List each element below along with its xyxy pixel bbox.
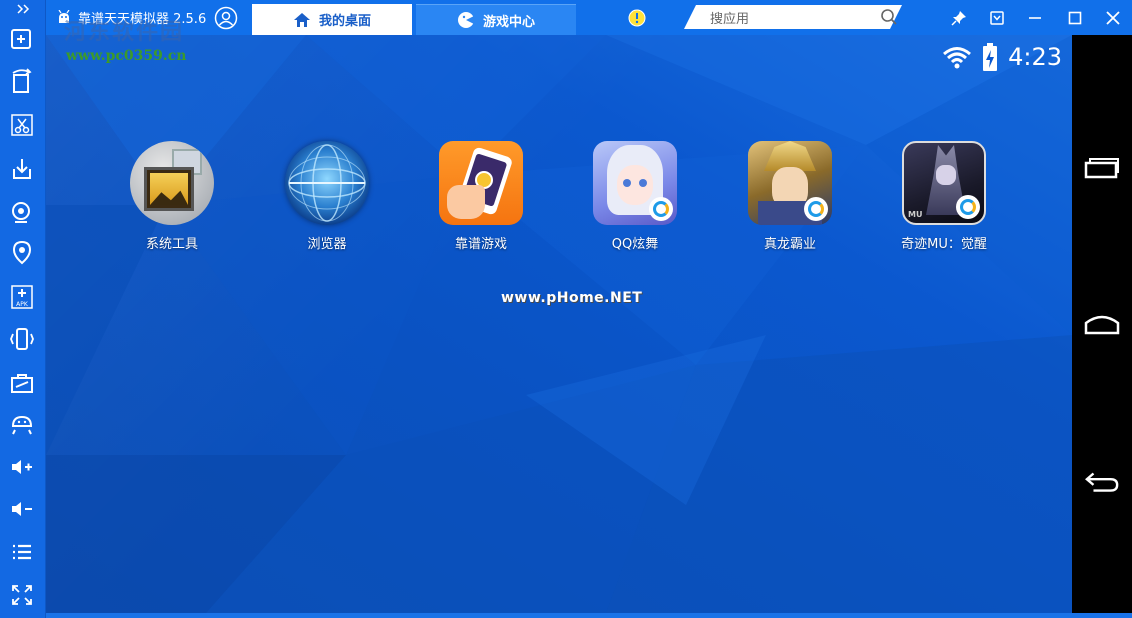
mu-awakening-icon: MU (902, 141, 986, 225)
android-desktop: 4:23 系统工具 浏览器 靠谱游戏 QQ炫舞 真龙霸业 MU 奇迹MU：觉醒 … (46, 35, 1072, 613)
fullscreen-icon (12, 585, 32, 605)
rotate-screen-icon (12, 68, 32, 93)
expand-sidebar-button[interactable] (0, 0, 46, 14)
key-mapping-icon (11, 29, 31, 49)
system-tools-icon (130, 141, 214, 225)
user-account-icon[interactable] (214, 6, 238, 30)
dragon-hero-icon (748, 141, 832, 225)
wifi-icon (943, 47, 972, 69)
app-label: 真龙霸业 (763, 237, 816, 252)
notice-warning-icon[interactable] (628, 9, 646, 27)
app-qq-dance[interactable]: QQ炫舞 (580, 141, 690, 252)
app-system-tools[interactable]: 系统工具 (117, 141, 227, 252)
install-apk-button[interactable]: APK (5, 280, 39, 314)
tab-label: 我的桌面 (318, 14, 371, 29)
qq-dance-icon (593, 141, 677, 225)
center-watermark: www.pHome.NET (501, 290, 643, 306)
pin-button[interactable] (940, 0, 978, 35)
app-label: 系统工具 (145, 237, 198, 252)
multi-instance-button[interactable] (5, 408, 39, 442)
maximize-button[interactable] (1056, 0, 1094, 35)
search-icon[interactable] (880, 8, 898, 26)
map-pin-icon (12, 240, 32, 265)
keyboard-mapping-button[interactable] (5, 22, 39, 56)
toolbox-button[interactable] (5, 366, 39, 400)
site-watermark: 河东软件园 (64, 19, 185, 45)
app-label: 奇迹MU：觉醒 (901, 237, 987, 252)
minimize-button[interactable] (1016, 0, 1054, 35)
svg-text:APK: APK (16, 301, 29, 308)
download-icon (13, 159, 31, 179)
bottom-border (46, 613, 1132, 618)
app-mu-awakening[interactable]: MU 奇迹MU：觉醒 (889, 141, 999, 252)
tab-label: 游戏中心 (482, 14, 535, 30)
list-menu-icon (13, 544, 31, 560)
shake-button[interactable] (5, 322, 39, 356)
fullscreen-button[interactable] (5, 578, 39, 612)
download-button[interactable] (5, 152, 39, 186)
scissors-icon (11, 114, 33, 136)
double-chevron-right-icon (17, 4, 30, 14)
tab-game-center[interactable]: 游戏中心 (416, 4, 576, 35)
app-kaopu-game[interactable]: 靠谱游戏 (426, 141, 536, 252)
search-placeholder: 搜应用 (710, 11, 750, 27)
close-button[interactable] (1094, 0, 1132, 35)
app-dragon-hero[interactable]: 真龙霸业 (735, 141, 845, 252)
volume-up-button[interactable] (5, 450, 39, 484)
clock-time: 4:23 (1008, 43, 1062, 71)
webcam-icon (12, 202, 30, 223)
wallpaper-polygons (46, 35, 1072, 613)
screenshot-button[interactable] (5, 108, 39, 142)
back-button[interactable] (1084, 468, 1120, 498)
recent-apps-button[interactable] (1084, 152, 1120, 182)
camera-button[interactable] (5, 196, 39, 230)
volume-down-icon (12, 502, 32, 516)
toolbox-icon (11, 374, 33, 393)
home-icon (293, 12, 310, 27)
android-nav-bar (1072, 35, 1132, 613)
apk-install-icon: APK (11, 285, 33, 309)
settings-menu-button[interactable] (978, 0, 1016, 35)
home-button[interactable] (1084, 310, 1120, 340)
gamepad-icon (457, 12, 474, 28)
rotate-screen-button[interactable] (5, 64, 39, 98)
app-label: QQ炫舞 (611, 237, 659, 252)
home-outline-icon (1084, 315, 1120, 335)
maximize-icon (1068, 11, 1082, 24)
location-button[interactable] (5, 236, 39, 270)
dropdown-menu-icon (990, 10, 1004, 25)
android-robot-icon (11, 415, 33, 435)
url-watermark: www.pc0359.cn (66, 48, 187, 64)
android-status-bar: 4:23 (942, 43, 1062, 71)
browser-globe-icon (285, 141, 369, 225)
app-browser[interactable]: 浏览器 (272, 141, 382, 252)
emulator-window: 4:23 系统工具 浏览器 靠谱游戏 QQ炫舞 真龙霸业 MU 奇迹MU：觉醒 … (0, 0, 1132, 618)
left-toolbar: APK (0, 0, 46, 618)
menu-button[interactable] (5, 535, 39, 569)
back-arrow-icon (1085, 472, 1119, 492)
volume-up-icon (12, 460, 32, 474)
app-label: 浏览器 (307, 237, 347, 252)
close-icon (1106, 10, 1120, 25)
minimize-icon (1029, 16, 1041, 19)
pin-icon (951, 10, 966, 26)
tab-my-desktop[interactable]: 我的桌面 (252, 4, 412, 35)
volume-down-button[interactable] (5, 492, 39, 526)
app-search-input[interactable]: 搜应用 (684, 5, 902, 29)
battery-charging-icon (983, 43, 998, 71)
app-label: 靠谱游戏 (454, 237, 507, 252)
kaopu-game-icon (439, 141, 523, 225)
recent-apps-icon (1084, 158, 1119, 179)
shake-phone-icon (10, 328, 34, 350)
